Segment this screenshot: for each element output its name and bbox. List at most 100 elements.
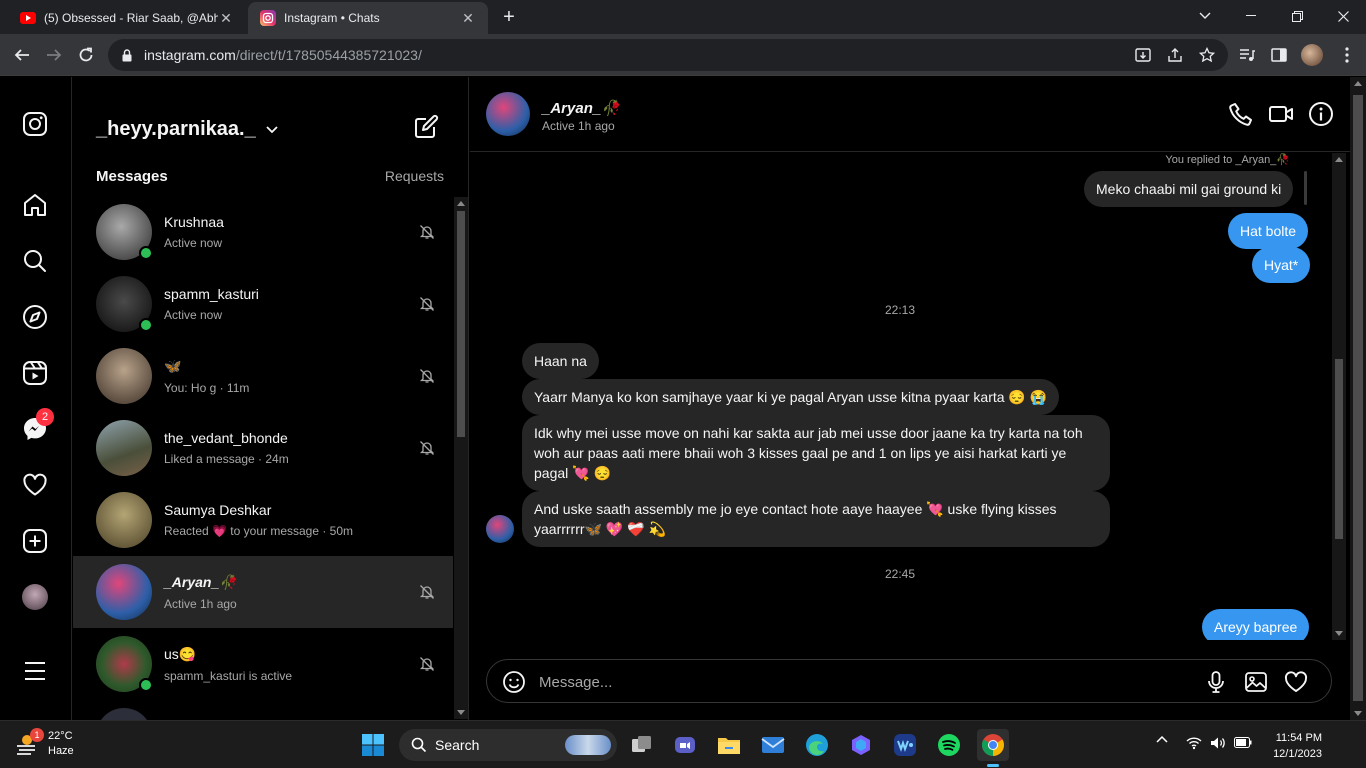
message-bubble[interactable]: Yaarr Manya ko kon samjhaye yaar ki ye p… <box>522 379 1060 415</box>
menu-icon[interactable] <box>22 658 50 686</box>
message-input[interactable] <box>539 670 1179 694</box>
windows-start-icon[interactable] <box>357 729 389 761</box>
microphone-icon[interactable] <box>1204 670 1228 694</box>
muted-bell-icon <box>419 368 435 384</box>
messages-tab[interactable]: Messages <box>96 168 168 185</box>
conversation-item[interactable]: us😋 spamm_kasturi is active <box>73 628 453 700</box>
taskbar-search[interactable]: Search <box>399 729 617 761</box>
conversation-item[interactable]: Krushnaa Active now <box>73 196 453 268</box>
file-explorer-icon[interactable] <box>713 729 745 761</box>
volume-icon[interactable] <box>1210 736 1226 750</box>
conversation-item[interactable]: Saumya Deshkar Reacted 💗 to your message … <box>73 484 453 556</box>
conversation-item[interactable]: 🦋 You: Ho g · 11m <box>73 340 453 412</box>
instagram-logo-icon[interactable] <box>22 111 50 139</box>
scroll-up-arrow-icon[interactable] <box>457 201 465 206</box>
account-switcher[interactable]: _heyy.parnikaa._ <box>96 118 278 141</box>
zoom-app-icon[interactable] <box>889 729 921 761</box>
message-bubble[interactable]: Idk why mei usse move on nahi kar sakta … <box>522 415 1110 491</box>
install-app-icon[interactable] <box>1130 42 1156 68</box>
side-panel-icon[interactable] <box>1266 42 1292 68</box>
info-icon[interactable] <box>1308 101 1334 127</box>
message-bubble[interactable]: Hyat* <box>1252 247 1311 283</box>
scroll-up-arrow-icon[interactable] <box>1335 157 1343 162</box>
conversation-item-selected[interactable]: _Aryan_🥀 Active 1h ago <box>73 556 453 628</box>
weather-widget[interactable]: 1 22°C Haze <box>14 728 74 759</box>
media-control-icon[interactable] <box>1234 42 1260 68</box>
scroll-down-arrow-icon[interactable] <box>1354 711 1362 716</box>
conversation-scrollbar[interactable] <box>454 197 468 719</box>
avatar <box>96 276 153 332</box>
spotify-icon[interactable] <box>933 729 965 761</box>
reload-icon[interactable] <box>73 42 99 68</box>
scroll-up-arrow-icon[interactable] <box>1354 81 1362 86</box>
search-icon[interactable] <box>22 248 50 276</box>
scroll-down-arrow-icon[interactable] <box>1335 631 1343 636</box>
battery-icon[interactable] <box>1234 737 1252 748</box>
reels-icon[interactable] <box>22 360 50 388</box>
share-icon[interactable] <box>1162 42 1188 68</box>
chat-contact-name[interactable]: _Aryan_🥀 <box>542 99 620 117</box>
tab-instagram[interactable]: Instagram • Chats ✕ <box>248 2 488 34</box>
address-bar[interactable]: instagram.com/direct/t/17850544385721023… <box>108 39 1228 71</box>
wifi-icon[interactable] <box>1186 736 1202 750</box>
page-scrollbar[interactable] <box>1350 77 1366 720</box>
profile-avatar[interactable] <box>22 584 50 612</box>
scroll-down-arrow-icon[interactable] <box>457 710 465 715</box>
mail-icon[interactable] <box>757 729 789 761</box>
copilot-icon[interactable] <box>845 729 877 761</box>
bookmark-star-icon[interactable] <box>1194 42 1220 68</box>
scrollbar-thumb[interactable] <box>457 211 465 437</box>
phone-icon[interactable] <box>1228 101 1254 127</box>
conversation-name: Krushnaa <box>164 214 224 230</box>
forward-arrow-icon[interactable] <box>41 42 67 68</box>
edge-browser-icon[interactable] <box>801 729 833 761</box>
new-tab-button[interactable]: + <box>498 6 520 28</box>
heart-icon[interactable] <box>22 472 50 500</box>
tab-search-chevron-icon[interactable] <box>1182 0 1228 32</box>
minimize-button[interactable] <box>1228 0 1274 32</box>
video-call-icon[interactable] <box>1268 101 1294 127</box>
profile-avatar[interactable] <box>1299 42 1325 68</box>
url-host: instagram.com <box>144 47 236 63</box>
meet-chat-icon[interactable] <box>669 729 701 761</box>
browser-toolbar: instagram.com/direct/t/17850544385721023… <box>0 34 1366 76</box>
close-icon[interactable]: ✕ <box>460 10 476 27</box>
heart-icon[interactable] <box>1284 670 1308 694</box>
message-bubble[interactable]: Haan na <box>522 343 599 379</box>
tab-youtube[interactable]: (5) Obsessed - Riar Saab, @Abhi ✕ <box>8 2 246 34</box>
scrollbar-thumb[interactable] <box>1353 95 1363 701</box>
chrome-icon[interactable] <box>977 729 1009 767</box>
task-view-icon[interactable] <box>626 729 658 761</box>
conversation-preview: Liked a message · 24m <box>164 452 289 466</box>
chat-contact-status: Active 1h ago <box>542 119 615 133</box>
system-clock[interactable]: 11:54 PM 12/1/2023 <box>1273 730 1322 762</box>
image-icon[interactable] <box>1244 670 1268 694</box>
explore-icon[interactable] <box>22 304 50 332</box>
tab-title: (5) Obsessed - Riar Saab, @Abhi <box>44 11 218 25</box>
home-icon[interactable] <box>22 192 50 220</box>
message-thread: You replied to _Aryan_🥀 Meko chaabi mil … <box>470 153 1330 640</box>
conversation-item[interactable]: the_vedant_bhonde Liked a message · 24m <box>73 412 453 484</box>
scrollbar-thumb[interactable] <box>1335 359 1343 539</box>
message-bubble[interactable]: Areyy bapree <box>1202 609 1310 640</box>
conversation-item[interactable]: spamm_kasturi Active now <box>73 268 453 340</box>
new-message-icon[interactable] <box>413 114 439 140</box>
message-bubble[interactable]: Meko chaabi mil gai ground ki <box>1084 171 1294 207</box>
emoji-icon[interactable] <box>502 670 526 694</box>
close-window-button[interactable] <box>1320 0 1366 32</box>
conversation-item-partial[interactable] <box>73 700 453 720</box>
message-bubble[interactable]: Hat bolte <box>1228 213 1309 249</box>
messenger-icon[interactable]: 2 <box>22 408 54 444</box>
show-hidden-icons-chevron-icon[interactable] <box>1156 735 1168 743</box>
sender-avatar[interactable] <box>486 515 514 543</box>
message-bubble[interactable]: And uske saath assembly me jo eye contac… <box>522 491 1110 547</box>
restore-button[interactable] <box>1274 0 1320 32</box>
thread-scrollbar[interactable] <box>1332 153 1346 640</box>
avatar <box>96 492 152 548</box>
more-options-icon[interactable] <box>1334 42 1360 68</box>
requests-tab[interactable]: Requests <box>385 168 444 184</box>
close-icon[interactable]: ✕ <box>218 10 234 27</box>
back-arrow-icon[interactable] <box>9 42 35 68</box>
create-icon[interactable] <box>22 528 50 556</box>
chat-avatar[interactable] <box>486 92 530 136</box>
